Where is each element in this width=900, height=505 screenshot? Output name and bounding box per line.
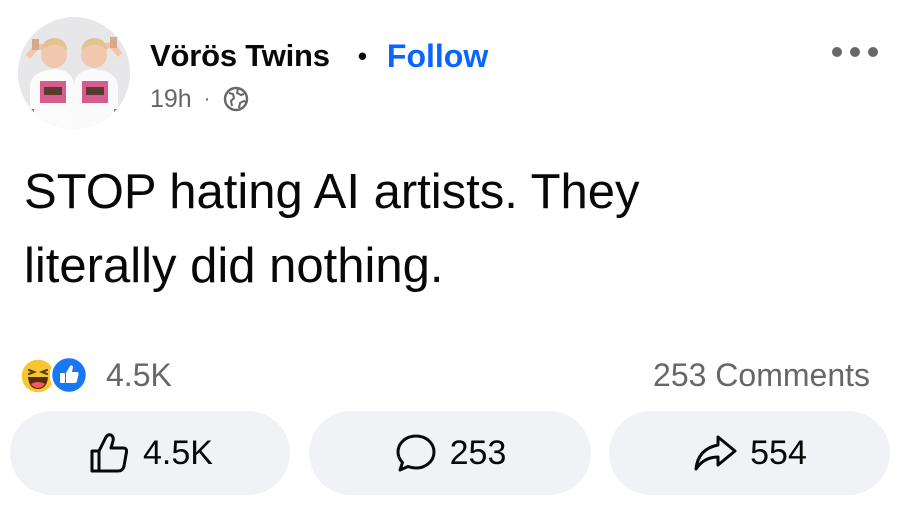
comment-button[interactable]: 253: [309, 411, 591, 495]
reaction-count: 4.5K: [106, 356, 172, 393]
post-text: STOP hating AI artists. They literally d…: [24, 155, 844, 303]
author-line: Vörös Twins • Follow: [150, 34, 488, 78]
comment-count: 253: [449, 433, 507, 472]
post-text-line-1: STOP hating AI artists. They: [24, 165, 640, 219]
like-button[interactable]: 4.5K: [10, 411, 290, 495]
more-options-button[interactable]: [828, 34, 882, 70]
meta-separator: ·: [203, 87, 211, 110]
speech-bubble-icon: [396, 434, 436, 472]
share-count: 554: [750, 433, 807, 472]
thumbs-up-icon: [90, 433, 129, 473]
reaction-summary[interactable]: 4.5K: [20, 355, 172, 395]
follow-button[interactable]: Follow: [387, 38, 488, 75]
share-arrow-icon: [694, 435, 737, 471]
avatar[interactable]: [18, 17, 130, 129]
like-icon: [50, 356, 88, 394]
more-options-icon: [832, 47, 878, 57]
like-count: 4.5K: [143, 433, 213, 472]
share-button[interactable]: 554: [609, 411, 890, 495]
comments-count[interactable]: 253 Comments: [653, 355, 870, 395]
author-name[interactable]: Vörös Twins: [150, 38, 330, 74]
author-separator: •: [357, 40, 367, 71]
post-meta: 19h ·: [150, 82, 250, 116]
post-timestamp[interactable]: 19h: [150, 85, 192, 114]
post-text-line-2: literally did nothing.: [24, 239, 444, 293]
reaction-icons: [20, 356, 98, 394]
globe-icon[interactable]: [222, 85, 250, 113]
